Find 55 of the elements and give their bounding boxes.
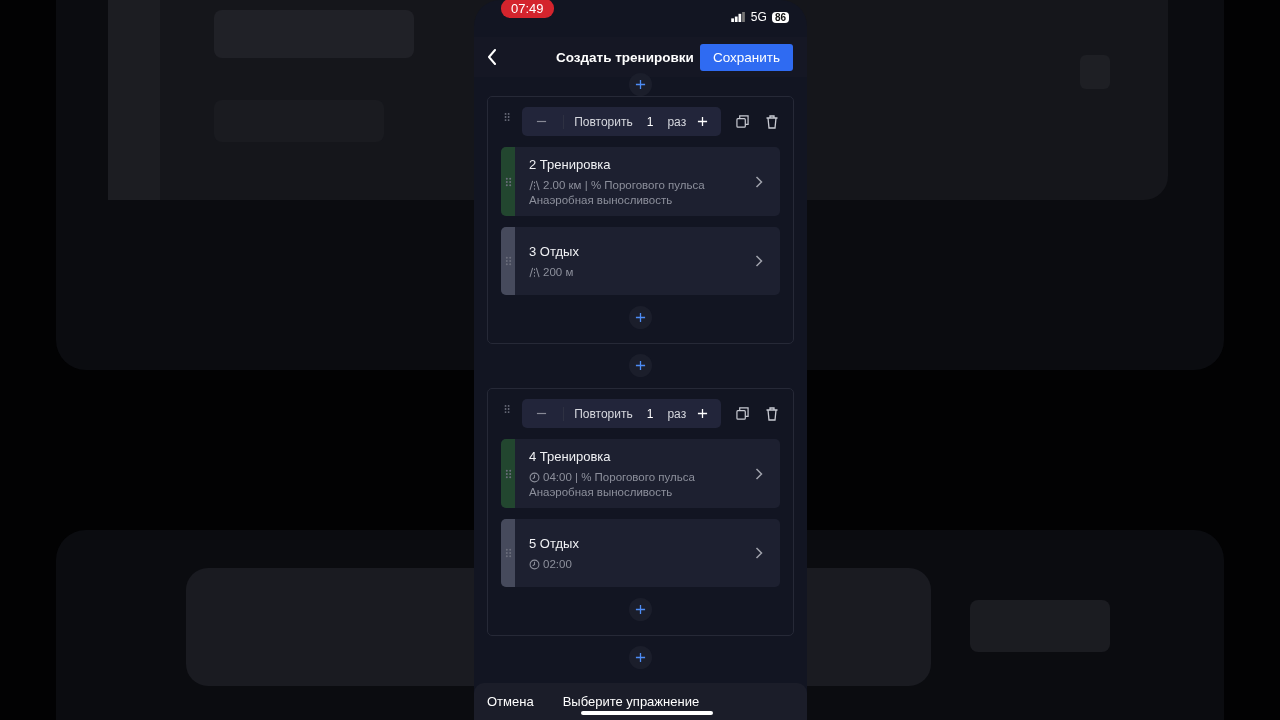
add-step-button[interactable] <box>629 646 652 670</box>
step-metric: 200 м <box>543 266 574 279</box>
plus-icon <box>635 312 646 324</box>
trash-icon <box>766 406 779 421</box>
step-card[interactable]: 4 Тренировка 04:00 | % Порогового пульса Анаэробная выносливость <box>501 439 780 509</box>
chevron-right-icon <box>755 467 763 480</box>
step-zone: Анаэробная выносливость <box>529 194 674 207</box>
plus-icon <box>635 360 646 372</box>
chevron-right-icon <box>755 255 763 268</box>
screen-title: Создать тренировки <box>554 49 694 65</box>
sheet-title: Выберите упражнение <box>562 694 700 710</box>
copy-icon <box>736 407 750 421</box>
trash-icon <box>766 114 779 129</box>
step-title: 3 Отдых <box>529 244 580 260</box>
cancel-button[interactable]: Отмена <box>487 694 534 710</box>
network-label: 5G <box>750 10 767 25</box>
add-step-button[interactable] <box>629 73 652 97</box>
repeat-unit: раз <box>666 114 688 129</box>
save-button[interactable]: Сохранить <box>699 43 793 71</box>
drag-handle-icon[interactable] <box>504 548 512 559</box>
plus-icon <box>696 408 708 420</box>
copy-icon <box>736 115 750 129</box>
step-title: 2 Тренировка <box>529 157 612 173</box>
chevron-left-icon <box>487 49 497 65</box>
repeat-count: 1 <box>645 406 655 421</box>
step-card[interactable]: 3 Отдых 200 м <box>501 227 780 296</box>
plus-icon <box>635 652 646 664</box>
drag-handle-icon[interactable] <box>504 402 511 415</box>
step-title: 4 Тренировка <box>529 449 612 465</box>
add-step-button[interactable] <box>629 354 652 378</box>
repeat-count: 1 <box>645 114 655 129</box>
step-card[interactable]: 5 Отдых 02:00 <box>501 519 780 588</box>
battery-level: 86 <box>771 11 789 23</box>
step-zone: Анаэробная выносливость <box>529 486 674 499</box>
step-card[interactable]: 2 Тренировка 2.00 км | % Порогового пульса Анаэробная выносливость <box>501 147 780 217</box>
status-time: 07:49 <box>501 0 554 18</box>
plus-icon <box>635 79 646 91</box>
step-metric: 2.00 км | % Порогового пульса <box>543 179 705 192</box>
drag-handle-icon[interactable] <box>504 176 512 187</box>
chevron-right-icon <box>755 175 763 188</box>
drag-handle-icon[interactable] <box>504 256 512 267</box>
drag-handle-icon[interactable] <box>504 468 512 479</box>
chevron-right-icon <box>755 547 763 560</box>
repeat-label: Повторить <box>563 114 639 129</box>
step-title: 5 Отдых <box>529 536 580 552</box>
repeat-label: Повторить <box>563 406 639 421</box>
step-metric: 02:00 <box>543 558 572 571</box>
repeat-unit: раз <box>666 406 688 421</box>
drag-handle-icon[interactable] <box>504 110 511 123</box>
signal-icon <box>730 12 746 23</box>
plus-icon <box>696 116 708 128</box>
plus-icon <box>635 604 646 616</box>
add-step-button[interactable] <box>629 306 652 330</box>
step-metric: 04:00 | % Порогового пульса <box>543 471 695 484</box>
add-step-button[interactable] <box>629 598 652 622</box>
